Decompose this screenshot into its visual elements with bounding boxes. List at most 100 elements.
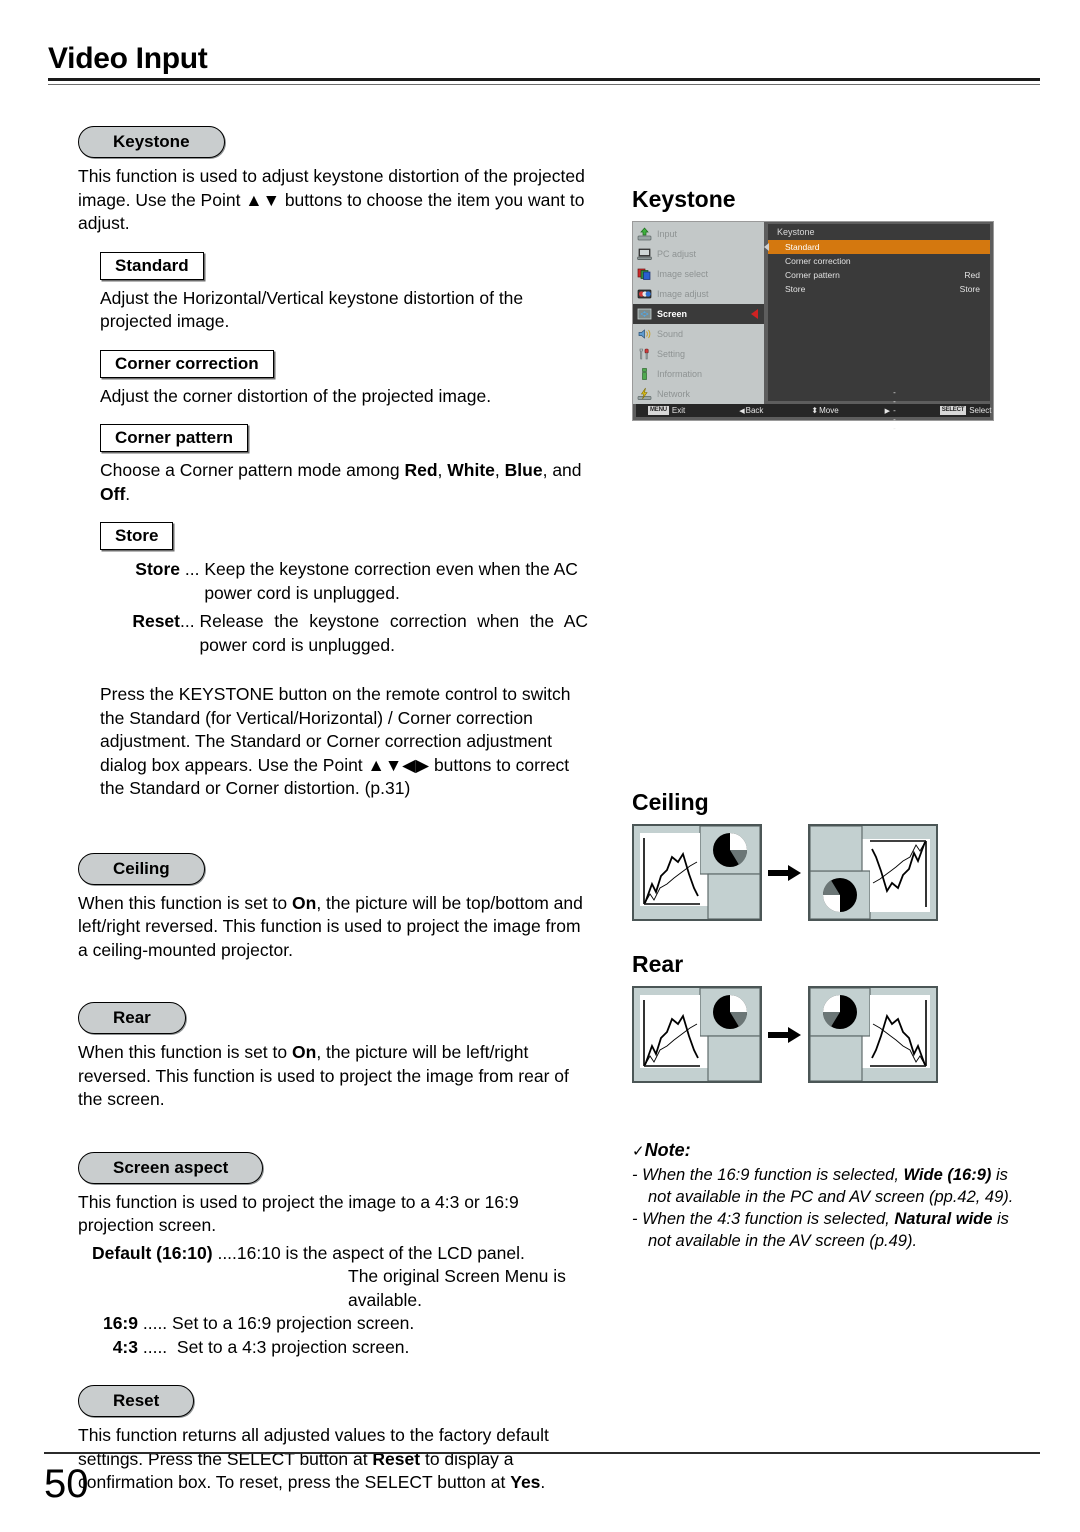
left-column: Keystone This function is used to adjust…	[78, 126, 588, 1495]
rear-transform-arrow-icon	[762, 1026, 808, 1044]
section-heading-ceiling: Ceiling	[78, 852, 205, 885]
note-title-label: Note:	[644, 1140, 691, 1160]
osd-status-bar: MENU Exit ◀ Back ⬍ Move ▶ ----- SELECT S…	[636, 388, 991, 433]
aspect-def-dots-default: ....	[212, 1242, 237, 1263]
figure-title-ceiling: Ceiling	[632, 789, 709, 815]
aspect-def-desc-169: Set to a 16:9 projection screen.	[172, 1313, 415, 1333]
aspect-def-term-43: 4:3	[112, 1336, 138, 1357]
osd-main-panel: Keystone Standard Corner correction Corn…	[764, 224, 990, 401]
corner-correction-text: Adjust the corner distortion of the proj…	[100, 385, 492, 406]
osd-row-label: Standard	[785, 242, 820, 252]
osd-status-label: Exit	[671, 406, 686, 415]
keystone-intro-text: This function is used to adjust keystone…	[78, 166, 585, 233]
store-def-dots: ...	[180, 559, 205, 579]
aspect-def-term-169: 16:9	[102, 1313, 138, 1333]
reset-def-term: Reset	[132, 611, 180, 631]
input-icon	[637, 227, 652, 241]
osd-status-label: Move	[819, 406, 839, 415]
osd-sidebar-item-image-adjust[interactable]: Image adjust	[633, 284, 764, 304]
store-def-row: Store ... Keep the keystone correction e…	[124, 558, 588, 605]
rear-reversed-image	[808, 986, 938, 1083]
osd-sidebar-item-screen[interactable]: Screen	[633, 304, 764, 324]
corner-pattern-sep-1: ,	[437, 460, 448, 480]
osd-status-move[interactable]: ⬍ Move	[811, 406, 838, 415]
select-key-icon: SELECT	[939, 406, 967, 415]
aspect-def-dots-43: .....	[138, 1336, 177, 1357]
screen-aspect-text: This function is used to project the ima…	[78, 1191, 519, 1236]
osd-status-exit[interactable]: MENU Exit	[648, 406, 685, 415]
corner-pattern-sep-4: .	[125, 483, 131, 504]
osd-sidebar-item-sound[interactable]: Sound	[633, 324, 764, 344]
store-def-desc: Keep the keystone correction even when t…	[204, 559, 578, 603]
page-header: Video Input	[48, 42, 1040, 85]
osd-row-store[interactable]: Store Store	[768, 282, 990, 296]
reset-text: This function returns all adjusted value…	[78, 1424, 588, 1495]
osd-sidebar-item-information[interactable]: Information	[633, 364, 764, 384]
osd-row-corner-pattern[interactable]: Corner pattern Red	[768, 268, 990, 282]
reset-def-dots: ...	[180, 611, 200, 631]
osd-sidebar-item-image-select[interactable]: Image select	[633, 264, 764, 284]
screen-aspect-definition-list: Default (16:10) .... 16:10 is the aspect…	[92, 1242, 588, 1360]
osd-row-standard[interactable]: Standard	[764, 240, 990, 254]
osd-sidebar-label: Input	[657, 229, 678, 239]
corner-pattern-opt-white: White	[447, 460, 495, 480]
note-item-pre: - When the 16:9 function is selected,	[632, 1166, 904, 1184]
corner-pattern-opt-blue: Blue	[504, 460, 543, 480]
osd-row-label: Store	[785, 284, 806, 294]
store-definition-list: Store ... Keep the keystone correction e…	[124, 558, 588, 657]
corner-pattern-text-1: Choose a Corner pattern mode among	[100, 460, 405, 480]
osd-sidebar-item-input[interactable]: Input	[633, 224, 764, 244]
aspect-def-desc-43: Set to a 4:3 projection screen.	[176, 1336, 410, 1357]
osd-selection-arrow-icon	[751, 309, 758, 319]
corner-pattern-text: Choose a Corner pattern mode among Red , …	[100, 459, 588, 506]
note-item-bold: Wide (16:9)	[903, 1166, 992, 1184]
image-adjust-icon	[637, 287, 652, 301]
subsection-heading-corner-pattern: Corner pattern	[100, 424, 249, 452]
ceiling-transform-arrow-icon	[762, 864, 808, 882]
section-heading-rear: Rear	[78, 1002, 186, 1034]
osd-sidebar-label: Image adjust	[657, 289, 709, 299]
pc-adjust-icon	[637, 247, 652, 261]
osd-sidebar-item-pc-adjust[interactable]: PC adjust	[633, 244, 764, 264]
ceiling-reversed-image	[808, 824, 938, 921]
note-title: ✓Note:	[632, 1139, 1032, 1163]
store-def-term: Store	[135, 559, 180, 579]
corner-pattern-opt-off: Off	[100, 483, 126, 504]
right-arrow-icon: ▶	[884, 407, 891, 415]
figure-title-keystone: Keystone	[632, 186, 736, 212]
osd-panel-title: Keystone	[777, 227, 815, 237]
subsection-heading-corner-correction: Corner correction	[100, 349, 274, 378]
osd-status-next[interactable]: ▶ -----	[885, 388, 896, 433]
right-column: Keystone Input PC adjust Image select Im…	[632, 186, 1032, 1252]
osd-row-corner-correction[interactable]: Corner correction	[768, 254, 990, 268]
aspect-def-desc-default: 16:10 is the aspect of the LCD panel.	[236, 1242, 525, 1263]
osd-row-label: Corner pattern	[785, 270, 840, 280]
keystone-remote-note: Press the KEYSTONE button on the remote …	[100, 684, 571, 798]
osd-menu-screenshot: Input PC adjust Image select Image adjus…	[632, 221, 994, 433]
rear-illustration	[632, 986, 1032, 1083]
osd-sidebar-item-setting[interactable]: Setting	[633, 344, 764, 364]
osd-sidebar-label: Network	[657, 389, 691, 399]
page-number: 50	[44, 1462, 89, 1506]
osd-sidebar-label: Information	[657, 369, 703, 379]
osd-sidebar-label: Screen	[657, 309, 688, 319]
up-down-arrow-icon: ⬍	[811, 406, 819, 415]
menu-key-icon: MENU	[648, 406, 669, 415]
note-item: - When the 4:3 function is selected, Nat…	[632, 1209, 1032, 1252]
note-item: - When the 16:9 function is selected, Wi…	[632, 1165, 1032, 1208]
aspect-def-row-43: 4:3 ..... Set to a 4:3 projection screen…	[92, 1336, 588, 1360]
osd-sidebar-label: Sound	[657, 329, 684, 339]
osd-status-select[interactable]: SELECT Select	[939, 406, 991, 415]
setting-icon	[637, 347, 652, 361]
aspect-def-term-default: Default (16:10)	[92, 1242, 213, 1263]
ceiling-illustration	[632, 824, 1032, 921]
section-heading-reset: Reset	[78, 1385, 195, 1417]
reset-def-row: Reset ... Release the keystone correctio…	[124, 610, 588, 657]
osd-status-back[interactable]: ◀ Back	[739, 406, 763, 415]
osd-sidebar-item-network[interactable]: Network	[633, 384, 764, 404]
note-item-bold: Natural wide	[894, 1210, 993, 1228]
osd-sidebar: Input PC adjust Image select Image adjus…	[633, 222, 764, 404]
image-select-icon	[637, 267, 652, 281]
osd-row-value: Red	[964, 270, 980, 280]
corner-pattern-opt-red: Red	[404, 460, 438, 480]
